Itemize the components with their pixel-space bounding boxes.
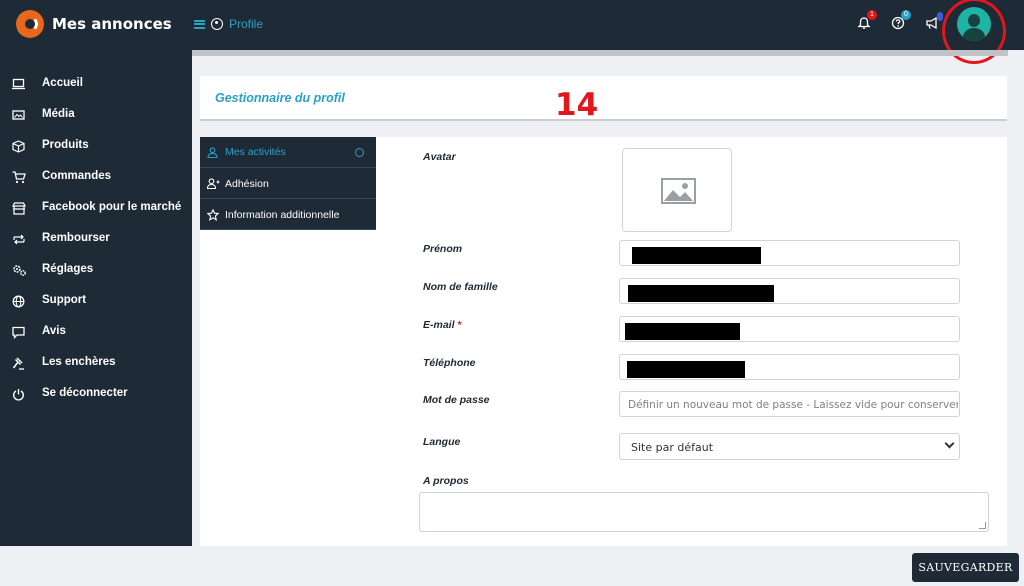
last-name-label: Nom de famille: [423, 281, 498, 293]
sidebar-item-support[interactable]: Support: [0, 287, 192, 315]
help-badge: 0: [901, 10, 911, 20]
top-bar: Mes annonces Profile 1 0: [0, 0, 1024, 64]
save-button[interactable]: SAUVEGARDER: [912, 553, 1019, 582]
profile-tabs: Mes activités Adhésion Information addit…: [200, 137, 376, 230]
phone-field[interactable]: [619, 354, 960, 380]
cart-icon: [12, 171, 26, 184]
chevron-down-icon: [944, 438, 955, 449]
help-icon[interactable]: 0: [891, 10, 911, 30]
refund-icon: [12, 233, 25, 245]
password-field[interactable]: Définir un nouveau mot de passe - Laisse…: [619, 391, 960, 417]
bell-icon[interactable]: 1: [857, 10, 877, 30]
star-icon: [206, 208, 220, 221]
language-select[interactable]: Site par défaut: [619, 433, 960, 460]
sidebar-item-media[interactable]: Média: [0, 101, 192, 129]
box-icon: [12, 140, 25, 153]
first-name-label: Prénom: [423, 243, 463, 255]
brand[interactable]: Mes annonces: [16, 10, 172, 38]
about-label: A propos: [423, 475, 469, 487]
sidebar-item-avis[interactable]: Avis: [0, 318, 192, 346]
about-textarea[interactable]: [419, 492, 989, 532]
settings-icon: [12, 264, 26, 276]
email-label: E-mail *: [423, 319, 462, 331]
first-name-field[interactable]: [619, 240, 960, 266]
language-label: Langue: [423, 436, 461, 448]
power-icon: [12, 388, 24, 401]
user-circle-icon: [211, 18, 223, 30]
sidebar-item-encheres[interactable]: Les enchères: [0, 349, 192, 377]
store-icon: [12, 202, 26, 215]
sidebar-item-rembourser[interactable]: Rembourser: [0, 225, 192, 253]
sidebar-item-accueil[interactable]: Accueil: [0, 70, 192, 98]
app-title: Mes annonces: [52, 15, 172, 33]
breadcrumb: Profile: [194, 17, 263, 31]
language-selected-value: Site par défaut: [631, 441, 714, 454]
megaphone-icon[interactable]: [925, 12, 943, 30]
tab-mes-activites[interactable]: Mes activités: [200, 137, 376, 168]
required-marker: *: [457, 319, 462, 331]
sidebar-item-se-deconnecter[interactable]: Se déconnecter: [0, 380, 192, 408]
globe-icon: [12, 295, 25, 308]
resize-handle-icon[interactable]: [979, 522, 986, 529]
sidebar-item-facebook-marche[interactable]: Facebook pour le marché: [0, 194, 192, 222]
image-placeholder-icon: [661, 178, 696, 204]
footer-bar: [0, 546, 1024, 586]
menu-toggle-icon[interactable]: [194, 19, 205, 29]
page-header: Gestionnaire du profil: [200, 76, 1007, 121]
app-logo: [16, 10, 44, 38]
sidebar-item-produits[interactable]: Produits: [0, 132, 192, 160]
sidebar: Accueil Média Produits Commandes Faceboo…: [0, 50, 192, 546]
sidebar-item-reglages[interactable]: Réglages: [0, 256, 192, 284]
breadcrumb-current[interactable]: Profile: [229, 17, 263, 31]
active-indicator-icon: [355, 148, 364, 157]
image-icon: [12, 109, 25, 121]
announce-badge: [937, 12, 943, 21]
phone-label: Téléphone: [423, 357, 476, 369]
tab-information-additionnelle[interactable]: Information additionnelle: [200, 199, 376, 230]
email-field[interactable]: [619, 316, 960, 342]
content-top-shadow: [192, 50, 1008, 56]
password-placeholder: Définir un nouveau mot de passe - Laisse…: [628, 399, 958, 411]
tab-adhesion[interactable]: Adhésion: [200, 168, 376, 199]
redacted-value: [625, 323, 740, 340]
redacted-value: [627, 361, 745, 378]
avatar-label: Avatar: [423, 151, 456, 163]
gavel-icon: [12, 357, 24, 370]
sidebar-item-commandes[interactable]: Commandes: [0, 163, 192, 191]
comment-icon: [12, 326, 25, 340]
user-icon: [207, 147, 218, 159]
page-title: Gestionnaire du profil: [215, 91, 345, 105]
redacted-value: [632, 247, 761, 264]
redacted-value: [628, 285, 774, 302]
laptop-icon: [12, 78, 25, 90]
user-plus-icon: [206, 178, 220, 190]
last-name-field[interactable]: [619, 278, 960, 304]
password-label: Mot de passe: [423, 394, 490, 406]
avatar-upload[interactable]: [622, 148, 732, 232]
notifications-badge: 1: [867, 10, 877, 20]
annotation-step-number: 14: [555, 87, 599, 123]
